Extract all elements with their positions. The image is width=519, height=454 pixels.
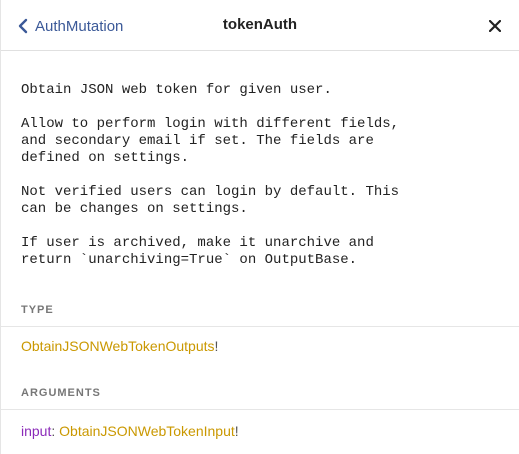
type-link[interactable]: ObtainJSONWebTokenOutputs! [21, 338, 218, 354]
type-section-divider [1, 326, 519, 327]
description-paragraph: Obtain JSON web token for given user. [21, 82, 332, 98]
description-paragraph: If user is archived, make it unarchive a… [21, 235, 374, 268]
type-name[interactable]: ObtainJSONWebTokenOutputs [21, 338, 215, 354]
arguments-section-divider [1, 409, 519, 410]
type-section-title: TYPE [21, 304, 54, 316]
arguments-section-title: ARGUMENTS [21, 387, 101, 399]
field-description: Obtain JSON web token for given user. Al… [21, 82, 501, 286]
doc-explorer-panel: AuthMutation tokenAuth Obtain JSON web t… [0, 0, 519, 454]
argument-row: input: ObtainJSONWebTokenInput! [21, 423, 239, 439]
description-paragraph: Allow to perform login with different fi… [21, 116, 400, 166]
argument-name: input [21, 423, 52, 439]
argument-modifier: ! [234, 423, 239, 439]
argument-colon: : [51, 423, 60, 439]
argument-type-link[interactable]: ObtainJSONWebTokenInput [59, 423, 235, 439]
doc-explorer-header: AuthMutation tokenAuth [1, 0, 519, 51]
page-title: tokenAuth [222, 16, 298, 33]
close-icon[interactable] [489, 20, 501, 32]
description-paragraph: Not verified users can login by default.… [21, 184, 400, 217]
type-modifier: ! [214, 338, 219, 354]
